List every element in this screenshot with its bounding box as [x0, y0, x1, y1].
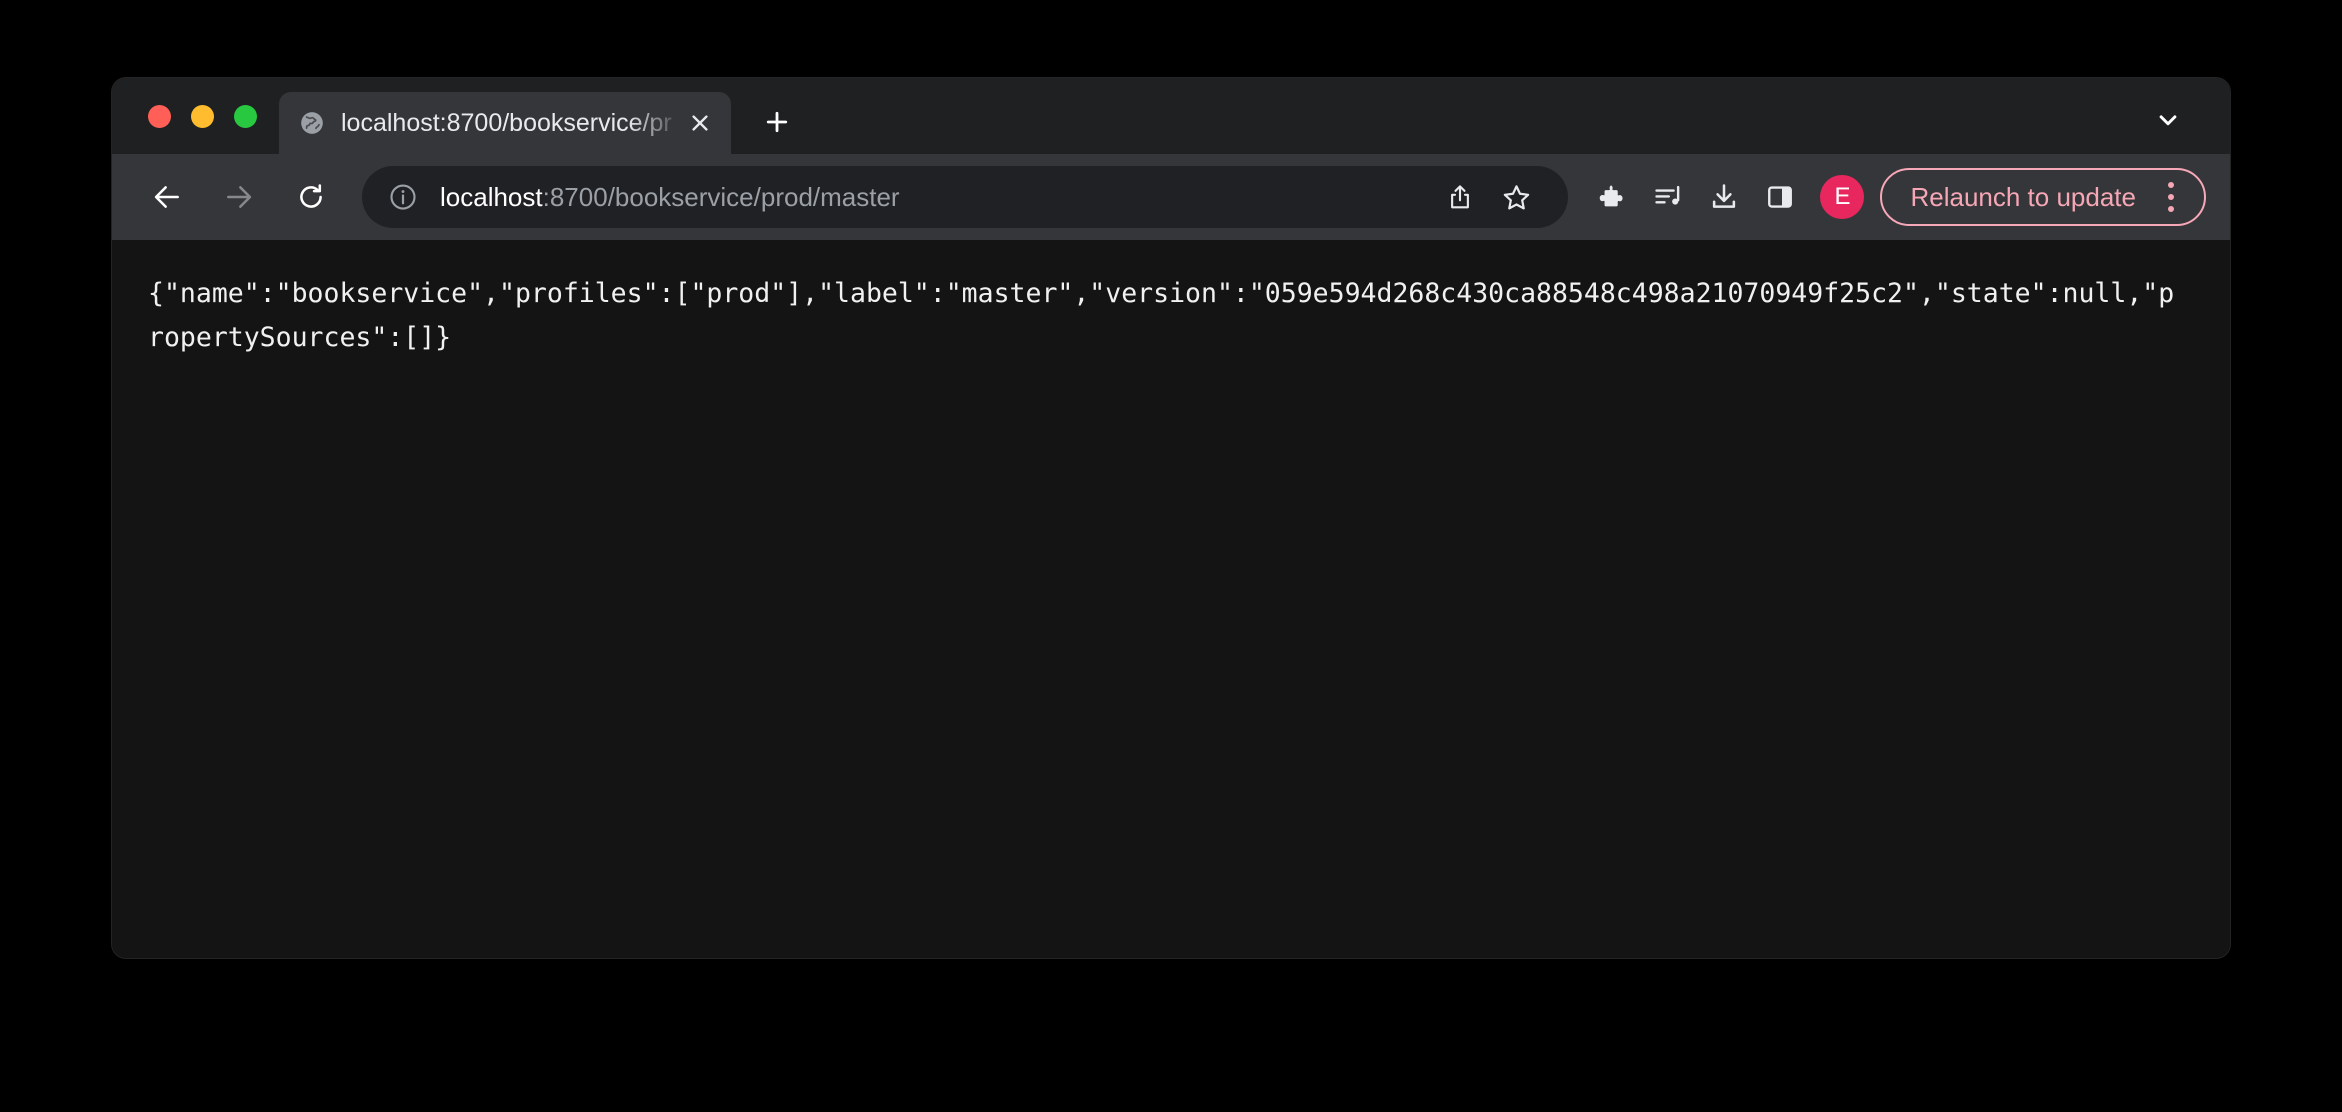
share-button[interactable] — [1432, 169, 1488, 225]
address-bar[interactable]: localhost:8700/bookservice/prod/master — [362, 166, 1568, 228]
forward-button[interactable] — [210, 168, 268, 226]
tab-title: localhost:8700/bookservice/pr — [341, 108, 683, 138]
chevron-down-icon — [2153, 105, 2183, 135]
download-icon — [1708, 181, 1740, 213]
new-tab-button[interactable] — [749, 94, 805, 150]
downloads-button[interactable] — [1696, 169, 1752, 225]
menu-dot — [2168, 206, 2174, 212]
window-close-button[interactable] — [148, 105, 171, 128]
relaunch-to-update-button[interactable]: Relaunch to update — [1880, 168, 2206, 226]
address-bar-actions — [1432, 169, 1544, 225]
arrow-right-icon — [223, 181, 255, 213]
side-panel-icon — [1765, 182, 1795, 212]
media-control-icon — [1652, 181, 1684, 213]
profile-avatar[interactable]: E — [1820, 175, 1864, 219]
bookmark-button[interactable] — [1488, 169, 1544, 225]
extensions-button[interactable] — [1584, 169, 1640, 225]
arrow-left-icon — [151, 181, 183, 213]
address-bar-url[interactable]: localhost:8700/bookservice/prod/master — [440, 181, 1422, 213]
info-circle-icon[interactable] — [388, 182, 418, 212]
media-control-button[interactable] — [1640, 169, 1696, 225]
chrome-menu-button[interactable] — [2152, 176, 2190, 218]
address-bar-host: localhost — [440, 182, 543, 212]
share-icon — [1445, 182, 1475, 212]
extensions-puzzle-icon — [1596, 181, 1628, 213]
browser-window: localhost:8700/bookservice/pr — [112, 78, 2230, 958]
profile-avatar-initial: E — [1834, 185, 1850, 209]
json-response-body: {"name":"bookservice","profiles":["prod"… — [112, 272, 2230, 360]
back-button[interactable] — [138, 168, 196, 226]
address-bar-path: :8700/bookservice/prod/master — [543, 182, 900, 212]
plus-icon — [763, 108, 791, 136]
globe-icon — [299, 110, 325, 136]
browser-tab-active[interactable]: localhost:8700/bookservice/pr — [279, 92, 731, 154]
menu-dot — [2168, 194, 2174, 200]
close-icon — [689, 112, 711, 134]
traffic-lights — [112, 78, 279, 154]
window-minimize-button[interactable] — [191, 105, 214, 128]
tab-search-button[interactable] — [2140, 92, 2196, 148]
tab-strip: localhost:8700/bookservice/pr — [112, 78, 2230, 154]
side-panel-button[interactable] — [1752, 169, 1808, 225]
window-zoom-button[interactable] — [234, 105, 257, 128]
bookmark-star-icon — [1501, 182, 1532, 213]
tab-close-button[interactable] — [683, 106, 717, 140]
menu-dot — [2168, 182, 2174, 188]
reload-button[interactable] — [282, 168, 340, 226]
relaunch-label: Relaunch to update — [1910, 182, 2136, 212]
reload-icon — [295, 181, 327, 213]
page-content: {"name":"bookservice","profiles":["prod"… — [112, 240, 2230, 958]
browser-toolbar: localhost:8700/bookservice/prod/master — [112, 154, 2230, 240]
